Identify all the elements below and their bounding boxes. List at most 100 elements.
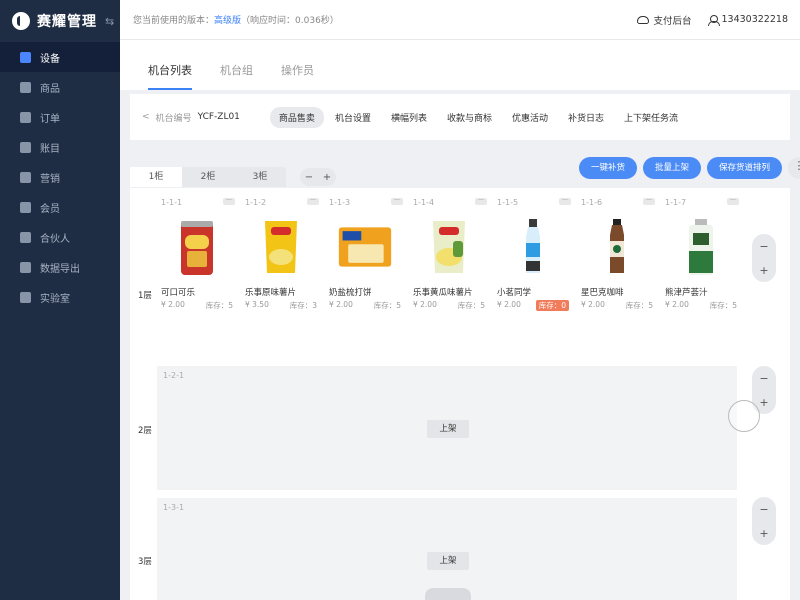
- sidebar-item-device[interactable]: 设备: [0, 42, 120, 72]
- product-image-biscuit: [337, 216, 393, 278]
- product-stock: 库存：5: [373, 301, 401, 310]
- layer-1-slots: 1-1-1 ··· 可口可乐 ¥ 2.00 库存：5 1-1-2 ··· 乐事原…: [157, 192, 745, 314]
- product-image-can: [169, 216, 225, 278]
- product-stock: 库存：3: [289, 301, 317, 310]
- sidebar-item-lab[interactable]: 实验室: [0, 282, 120, 312]
- subnav-banner-list[interactable]: 横幅列表: [382, 107, 436, 128]
- pay-backend-link[interactable]: 支付后台: [637, 13, 692, 27]
- back-icon[interactable]: <: [142, 112, 150, 122]
- layer-3-row: 1-3-1 上架: [157, 498, 737, 600]
- restock-all-button[interactable]: 一键补货: [578, 157, 637, 179]
- sidebar-item-marketing[interactable]: 营销: [0, 162, 120, 192]
- cabinet-tab-1[interactable]: 1柜: [130, 167, 182, 187]
- cloud-icon: [637, 15, 650, 24]
- slot-card[interactable]: 1-1-1 ··· 可口可乐 ¥ 2.00 库存：5: [157, 192, 239, 314]
- sidebar-item-label: 实验室: [40, 293, 70, 305]
- product-name: 乐事原味薯片: [245, 288, 297, 298]
- product-image-bottle-coffee: [589, 216, 645, 278]
- save-layout-button[interactable]: 保存货道排列: [706, 157, 782, 179]
- layer-2-row: 1-2-1 上架: [157, 366, 737, 490]
- slot-menu-icon[interactable]: ···: [559, 198, 571, 205]
- product-stock: 库存：5: [205, 301, 233, 310]
- product-image-bottle-blue: [505, 216, 561, 278]
- tab-machine-group[interactable]: 机台组: [208, 62, 265, 90]
- cabinet-grid: 1层 1-1-1 ··· 可口可乐 ¥ 2.00 库存：5 1-1-2 ··· …: [130, 188, 790, 600]
- slot-menu-icon[interactable]: ···: [643, 198, 655, 205]
- layer-add-button[interactable]: +: [759, 527, 768, 540]
- layer-1-stepper: − +: [752, 234, 776, 282]
- slot-menu-icon[interactable]: ···: [307, 198, 319, 205]
- sidebar-item-goods[interactable]: 商品: [0, 72, 120, 102]
- slot-menu-icon[interactable]: ···: [727, 198, 739, 205]
- tab-machine-list[interactable]: 机台列表: [136, 62, 204, 90]
- cabinet-bar: 1柜 2柜 3柜 − + 一键补货 批量上架 保存货道排列 ⋮: [130, 157, 800, 188]
- cabinet-add-button[interactable]: +: [323, 172, 331, 183]
- sidebar-item-label: 商品: [40, 83, 60, 95]
- product-price: ¥ 2.00: [329, 300, 353, 309]
- ledger-icon: [20, 141, 31, 153]
- subnav-goods-sale[interactable]: 商品售卖: [269, 106, 324, 128]
- product-name: 熊津芦荟汁: [665, 288, 708, 298]
- layer-remove-button[interactable]: −: [759, 372, 768, 385]
- layer-add-button[interactable]: +: [759, 396, 768, 409]
- subnav-machine-settings[interactable]: 机台设置: [326, 107, 380, 128]
- user-account[interactable]: 13430322218: [707, 14, 788, 26]
- brand-logo-icon: [12, 12, 30, 30]
- machine-code-label: 机台编号: [155, 113, 192, 124]
- batch-shelf-button[interactable]: 批量上架: [642, 157, 701, 179]
- slot-id: 1-2-1: [163, 371, 185, 380]
- subnav-payment-logo[interactable]: 收款与商标: [438, 107, 501, 128]
- shelf-up-button[interactable]: 上架: [427, 420, 469, 438]
- slot-id: 1-1-5: [497, 198, 519, 207]
- cabinet-remove-button[interactable]: −: [305, 172, 313, 183]
- bottom-add-layer-button[interactable]: [425, 588, 471, 600]
- subnav-shelf-tasks[interactable]: 上下架任务流: [615, 107, 687, 128]
- sidebar-item-member[interactable]: 会员: [0, 192, 120, 222]
- cabinet-tabs: 1柜 2柜 3柜: [130, 167, 286, 187]
- member-icon: [20, 201, 31, 213]
- sidebar-item-partner[interactable]: 合伙人: [0, 222, 120, 252]
- slot-card[interactable]: 1-1-7 ··· 熊津芦荟汁 ¥ 2.00 库存：5: [661, 192, 743, 314]
- tab-operator[interactable]: 操作员: [269, 62, 326, 90]
- subnav-restock-log[interactable]: 补货日志: [559, 107, 613, 128]
- sidebar-item-label: 合伙人: [40, 233, 70, 245]
- layer-add-button[interactable]: +: [759, 264, 768, 277]
- cabinet-tab-2[interactable]: 2柜: [182, 167, 234, 187]
- slot-card[interactable]: 1-1-2 ··· 乐事原味薯片 ¥ 3.50 库存：3: [241, 192, 323, 314]
- slot-id: 1-1-2: [245, 198, 267, 207]
- slot-id: 1-1-1: [161, 198, 183, 207]
- cabinet-stepper: − +: [300, 168, 336, 186]
- slot-menu-icon[interactable]: ···: [223, 198, 235, 205]
- product-name: 乐事黄瓜味薯片: [413, 288, 473, 298]
- product-price: ¥ 2.00: [581, 300, 605, 309]
- sidebar-item-ledger[interactable]: 账目: [0, 132, 120, 162]
- user-icon: [707, 14, 720, 26]
- lab-icon: [20, 291, 31, 303]
- sidebar-item-orders[interactable]: 订单: [0, 102, 120, 132]
- sidebar-item-export[interactable]: 数据导出: [0, 252, 120, 282]
- cabinet-tab-3[interactable]: 3柜: [234, 167, 286, 187]
- sidebar-item-label: 会员: [40, 203, 60, 215]
- slot-menu-icon[interactable]: ···: [475, 198, 487, 205]
- product-stock: 库存：5: [457, 301, 485, 310]
- slot-id: 1-3-1: [163, 503, 185, 512]
- slot-menu-icon[interactable]: ···: [391, 198, 403, 205]
- brand: 赛耀管理 ⇆: [0, 0, 120, 42]
- swap-icon[interactable]: ⇆: [105, 15, 114, 28]
- response-time: （响应时间：0.036秒）: [241, 16, 339, 26]
- slot-card[interactable]: 1-1-4 ··· 乐事黄瓜味薯片 ¥ 2.00 库存：5: [409, 192, 491, 314]
- product-price: ¥ 2.00: [161, 300, 185, 309]
- action-buttons: 一键补货 批量上架 保存货道排列 ⋮: [573, 157, 800, 179]
- slot-card[interactable]: 1-1-5 ··· 小茗同学 ¥ 2.00 库存：0: [493, 192, 575, 314]
- partner-icon: [20, 231, 31, 243]
- slot-id: 1-1-4: [413, 198, 435, 207]
- slot-card[interactable]: 1-1-6 ··· 星巴克咖啡 ¥ 2.00 库存：5: [577, 192, 659, 314]
- marketing-icon: [20, 171, 31, 183]
- layer-remove-button[interactable]: −: [759, 240, 768, 253]
- layer-remove-button[interactable]: −: [759, 503, 768, 516]
- shelf-up-button[interactable]: 上架: [427, 552, 469, 570]
- subnav-promotions[interactable]: 优惠活动: [503, 107, 557, 128]
- slot-card[interactable]: 1-1-3 ··· 奶盐梳打饼 ¥ 2.00 库存：5: [325, 192, 407, 314]
- version-link[interactable]: 高级版: [214, 13, 241, 26]
- more-icon[interactable]: ⋮: [788, 157, 800, 179]
